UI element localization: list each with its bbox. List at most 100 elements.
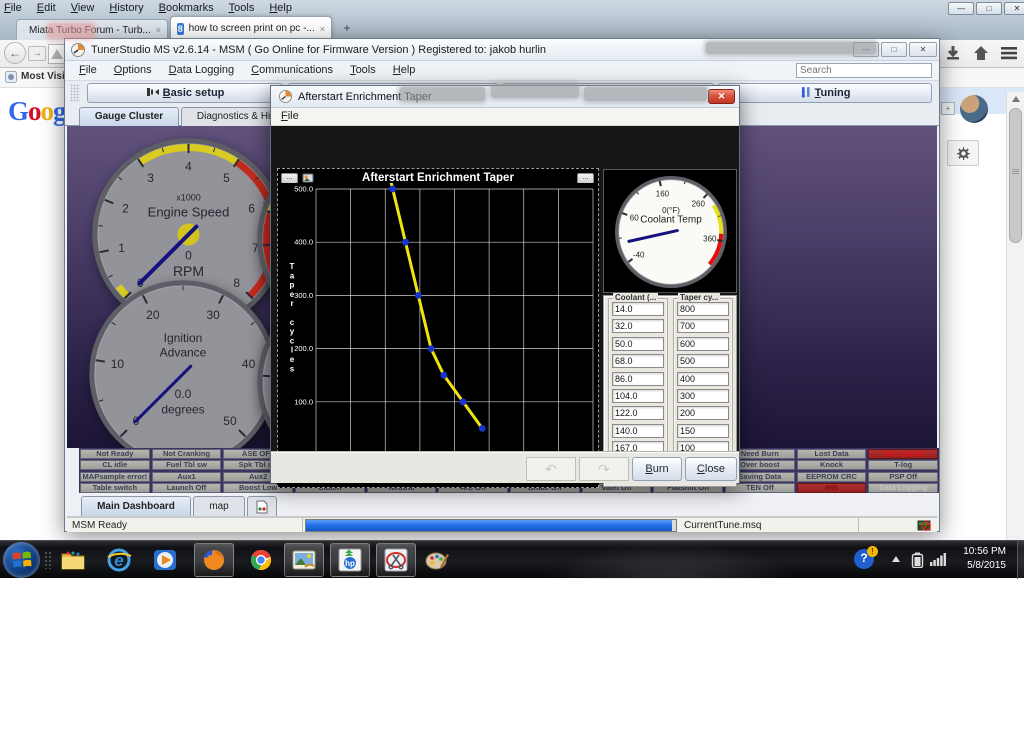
- downloads-icon[interactable]: [944, 45, 966, 63]
- indicator-ims: IMS: [797, 483, 867, 493]
- scrollbar-thumb[interactable]: [1009, 108, 1022, 243]
- taper-cell-5[interactable]: [677, 389, 729, 403]
- tab-close-icon[interactable]: ×: [156, 25, 161, 35]
- svg-text:Ignition: Ignition: [164, 331, 203, 345]
- taper-cell-1[interactable]: [677, 319, 729, 333]
- menu-help[interactable]: Help: [269, 2, 292, 16]
- taskbar-snipping-tool[interactable]: [383, 547, 409, 573]
- back-button[interactable]: ←: [4, 42, 26, 64]
- indicator-data-logging: Data Logging: [868, 483, 938, 493]
- indicator-table-switch: Table switch: [80, 483, 150, 493]
- svg-text:x1000: x1000: [176, 192, 201, 202]
- network-signal-icon[interactable]: [930, 552, 946, 566]
- menu-file[interactable]: File: [4, 2, 22, 16]
- taskbar-photo-viewer[interactable]: [291, 547, 317, 573]
- status-message: MSM Ready: [67, 518, 303, 533]
- menu-tools[interactable]: Tools: [229, 2, 255, 16]
- hamburger-menu-icon[interactable]: [1000, 46, 1020, 62]
- clock[interactable]: 10:56 PM 5/8/2015: [946, 545, 1006, 573]
- indicator-lost-data: Lost Data: [797, 449, 867, 459]
- dashboard-tabstrip: Main Dashboard map: [67, 495, 937, 517]
- close-button[interactable]: ✕: [1004, 2, 1024, 15]
- taskbar-glass-reflection: [540, 541, 800, 579]
- coolant-cell-5[interactable]: [612, 389, 664, 403]
- close-button[interactable]: Close: [685, 457, 737, 481]
- show-desktop-button[interactable]: [1017, 541, 1024, 579]
- undo-button[interactable]: ↶: [526, 457, 576, 481]
- menu-bookmarks[interactable]: Bookmarks: [159, 2, 214, 16]
- svg-text:1: 1: [118, 241, 125, 255]
- taskbar-hp[interactable]: hp: [337, 547, 363, 573]
- coolant-cell-2[interactable]: [612, 337, 664, 351]
- taskbar-explorer[interactable]: [60, 547, 86, 573]
- gear-icon: [955, 145, 971, 161]
- plus-one-icon[interactable]: +: [941, 102, 955, 115]
- taskbar-chrome[interactable]: [248, 547, 274, 573]
- coolant-cell-7[interactable]: [612, 424, 664, 438]
- coolant-cell-3[interactable]: [612, 354, 664, 368]
- close-button[interactable]: ✕: [708, 89, 735, 104]
- minimize-button[interactable]: —: [948, 2, 974, 15]
- scrollbar[interactable]: [1006, 92, 1024, 540]
- new-tab-button[interactable]: +: [338, 21, 356, 36]
- ignition-advance-gauge: 01020304050IgnitionAdvance0.0degrees: [88, 279, 278, 448]
- scrollbar-up-icon[interactable]: [1012, 96, 1020, 102]
- taskbar-internet-explorer[interactable]: e: [106, 547, 132, 573]
- taper-cell-3[interactable]: [677, 354, 729, 368]
- coolant-cell-6[interactable]: [612, 406, 664, 420]
- menu-view[interactable]: View: [71, 2, 95, 16]
- ts-menu-data-logging[interactable]: Data Logging: [169, 61, 234, 80]
- svg-text:y: y: [290, 327, 295, 336]
- svg-text:40: 40: [242, 357, 256, 371]
- start-button[interactable]: [3, 542, 40, 578]
- afterstart-enrichment-dialog: Afterstart Enrichment Taper ✕ File After…: [270, 85, 740, 483]
- svg-text:60: 60: [630, 214, 639, 223]
- taper-cell-7[interactable]: [677, 424, 729, 438]
- taper-cell-4[interactable]: [677, 372, 729, 386]
- coolant-cell-1[interactable]: [612, 319, 664, 333]
- menu-edit[interactable]: Edit: [37, 2, 56, 16]
- restore-button[interactable]: □: [881, 42, 907, 57]
- tab-main-dashboard[interactable]: Main Dashboard: [81, 496, 191, 516]
- taper-cell-0[interactable]: [677, 302, 729, 316]
- ts-menu-options[interactable]: Options: [114, 61, 152, 80]
- indicator-fuel-tbl-sw: Fuel Tbl sw: [152, 460, 222, 470]
- home-icon[interactable]: [972, 45, 994, 63]
- taskbar-paint[interactable]: [424, 547, 450, 573]
- afterstart-taper-chart[interactable]: -40.08.857.5106.3155.0203.8252.5301.3350…: [279, 183, 597, 485]
- forward-button[interactable]: →: [28, 46, 46, 61]
- tuning-button[interactable]: Tuning: [718, 83, 932, 103]
- battery-icon[interactable]: [911, 552, 924, 568]
- avatar[interactable]: [960, 95, 988, 123]
- warning-icon: [51, 49, 63, 59]
- search-input[interactable]: [796, 63, 932, 78]
- progress-bar: [305, 519, 677, 532]
- taskbar-firefox[interactable]: [201, 547, 227, 573]
- ts-menu-help[interactable]: Help: [393, 61, 416, 80]
- ts-menu-communications[interactable]: Communications: [251, 61, 333, 80]
- taskbar-media-player[interactable]: [152, 547, 178, 573]
- taper-cell-2[interactable]: [677, 337, 729, 351]
- dialog-file-menu[interactable]: File: [281, 110, 299, 122]
- svg-text:hp: hp: [345, 559, 355, 568]
- maximize-button[interactable]: □: [976, 2, 1002, 15]
- new-dashboard-tab-button[interactable]: [247, 496, 277, 516]
- menu-history[interactable]: History: [109, 2, 143, 16]
- coolant-cell-4[interactable]: [612, 372, 664, 386]
- tab-close-icon[interactable]: ×: [320, 24, 325, 34]
- indicator-mapsample-error: MAPsample error!: [80, 472, 150, 482]
- tab-map[interactable]: map: [193, 496, 245, 516]
- coolant-cell-0[interactable]: [612, 302, 664, 316]
- url-bar[interactable]: [48, 44, 65, 64]
- basic-setup-button[interactable]: Basic setup: [87, 83, 283, 103]
- taper-cell-6[interactable]: [677, 406, 729, 420]
- ts-menu-file[interactable]: File: [79, 61, 97, 80]
- burn-button[interactable]: Burn: [632, 457, 682, 481]
- ts-menu-tools[interactable]: Tools: [350, 61, 376, 80]
- settings-gear-button[interactable]: [947, 140, 979, 166]
- redo-button[interactable]: ↷: [579, 457, 629, 481]
- tab-gauge-cluster[interactable]: Gauge Cluster: [79, 107, 179, 126]
- close-button[interactable]: ✕: [909, 42, 937, 57]
- hidden-icons-arrow[interactable]: [892, 556, 900, 562]
- browser-tab-active[interactable]: 8 how to screen print on pc -... ×: [170, 16, 332, 40]
